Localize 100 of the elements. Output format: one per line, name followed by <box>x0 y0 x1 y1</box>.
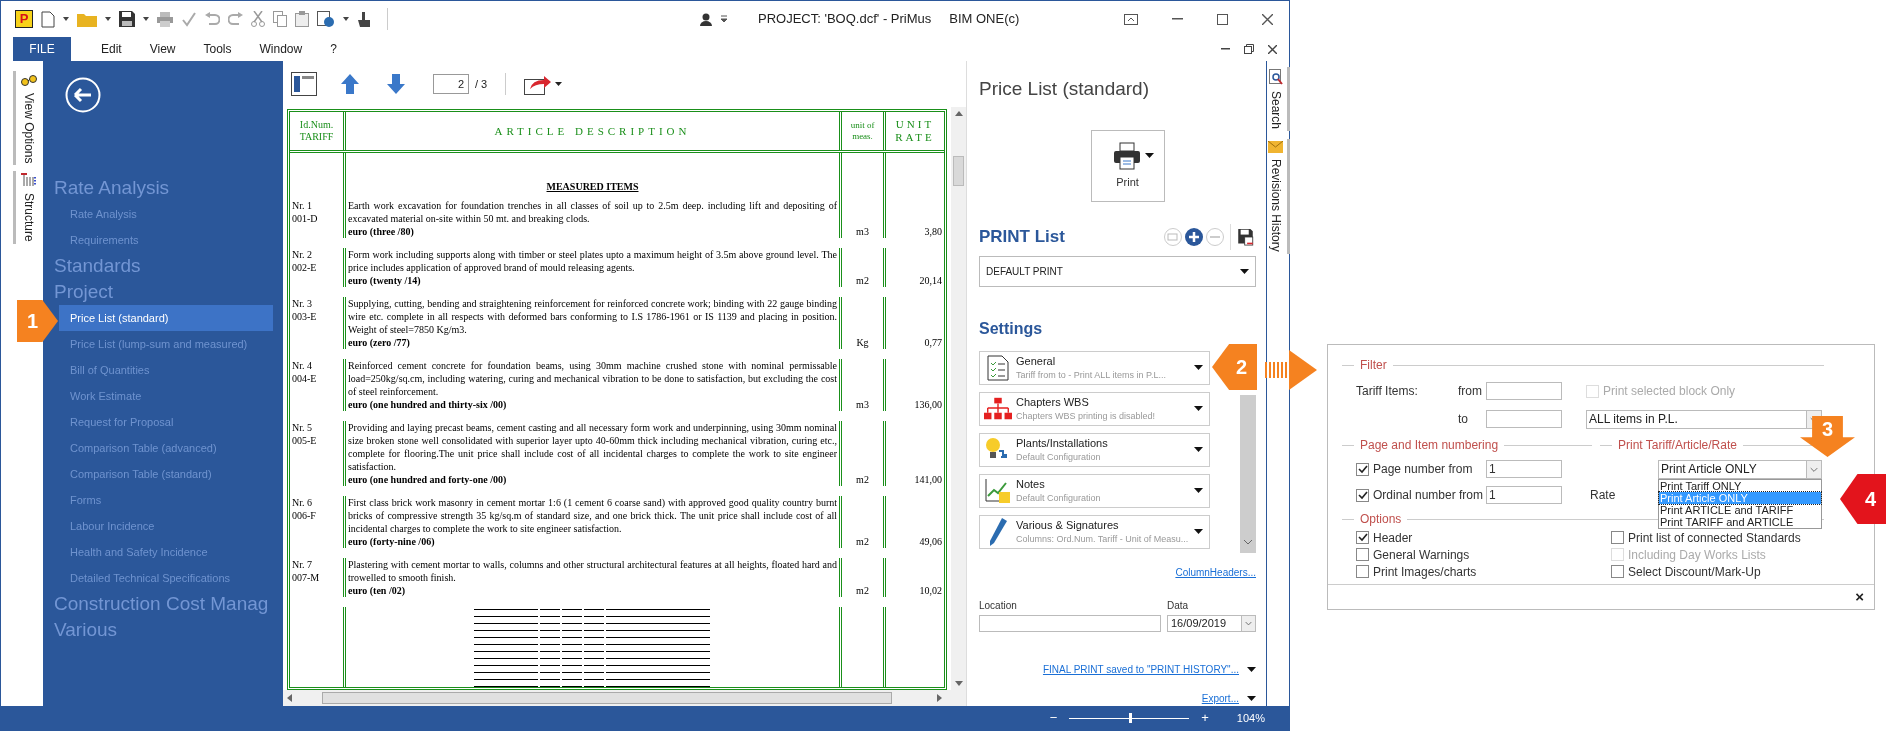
copy-icon[interactable] <box>273 11 287 27</box>
arrow-down-icon[interactable] <box>387 74 405 94</box>
page-number-field[interactable]: 2 <box>433 74 469 94</box>
add-icon[interactable] <box>1185 228 1203 247</box>
arrow-up-icon[interactable] <box>341 74 359 94</box>
clipboard-icon[interactable] <box>295 11 309 27</box>
checkbox[interactable] <box>1356 548 1369 561</box>
side-tab[interactable]: Revisions History <box>1266 159 1285 252</box>
horizontal-scrollbar[interactable] <box>283 690 966 706</box>
caret-icon[interactable] <box>1145 153 1154 159</box>
menu-item[interactable]: View <box>135 37 190 61</box>
printer-icon[interactable] <box>157 11 173 27</box>
caret-icon[interactable] <box>555 82 563 86</box>
file-menu-tab[interactable]: FILE <box>13 37 71 61</box>
touch-icon[interactable] <box>357 10 371 28</box>
caret-icon[interactable] <box>1247 696 1256 701</box>
zoom-slider[interactable] <box>1069 713 1190 723</box>
ordinal-number-field[interactable]: 1 <box>1486 486 1562 504</box>
side-tab[interactable]: View Options <box>19 93 38 164</box>
scroll-right-icon[interactable] <box>937 694 942 702</box>
checkbox[interactable] <box>1611 531 1624 544</box>
scroll-down-icon[interactable] <box>954 681 963 686</box>
unit-of-measure: Kg <box>856 336 869 349</box>
tariff-code: 001-D <box>292 212 319 225</box>
tariff-code: 004-E <box>292 372 318 385</box>
close-icon[interactable] <box>1262 13 1273 25</box>
settings-item[interactable]: Plants/Installations Default Configuration <box>979 432 1210 467</box>
scissors-icon[interactable] <box>251 11 265 27</box>
export-link[interactable]: Export... <box>1201 691 1239 706</box>
caret-icon[interactable] <box>143 17 149 21</box>
checkbox[interactable] <box>1356 565 1369 578</box>
dropdown-option[interactable]: Print ARTICLE and TARIFF <box>1659 503 1821 516</box>
print-mode-dropdown[interactable]: Print Article ONLY <box>1658 459 1822 479</box>
caret-icon[interactable] <box>1194 447 1203 453</box>
final-print-link[interactable]: FINAL PRINT saved to "PRINT HISTORY"... <box>1042 662 1239 677</box>
settings-item[interactable]: Chapters WBS Chapters WBS printing is disabled! <box>979 391 1210 426</box>
layout-icon[interactable] <box>291 72 317 96</box>
scroll-thumb[interactable] <box>953 156 964 186</box>
maximize-icon[interactable] <box>1217 13 1228 25</box>
spellcheck-icon[interactable] <box>181 11 197 27</box>
scroll-down-icon[interactable] <box>1244 540 1252 545</box>
caret-icon[interactable] <box>1194 406 1203 412</box>
menu-item[interactable]: Edit <box>87 37 136 61</box>
minimize-icon[interactable] <box>1221 48 1230 50</box>
menu-item[interactable]: Window <box>245 37 317 61</box>
vertical-scrollbar[interactable] <box>1240 394 1256 553</box>
settings-item[interactable]: Notes Default Configuration <box>979 473 1210 508</box>
article-description: Providing and laying precast beams, cement casting and all necessary form work and underpinning, using 30mm nominal size broken stone well consolidated with superior layer upto 40-60mm thick including mechanical vibration, curing etc., complete for flooring.The unit price shall include cost of all incidental charges to complete the work to site engineer satisfaction. <box>348 421 837 473</box>
globe-page-icon[interactable] <box>317 10 335 28</box>
settings-item[interactable]: Various & Signatures Columns: Ord.Num. Tariff - Unit of Measu... <box>979 514 1210 549</box>
dropdown-option[interactable]: Print Tariff ONLY <box>1659 479 1821 492</box>
new-file-icon[interactable] <box>41 10 55 28</box>
zoom-out-button[interactable]: − <box>1049 708 1058 728</box>
page-number-field[interactable]: 1 <box>1486 460 1562 478</box>
save-icon[interactable] <box>119 11 135 27</box>
checkbox[interactable] <box>1356 531 1369 544</box>
zoom-in-button[interactable]: + <box>1201 708 1209 728</box>
scroll-up-icon[interactable] <box>954 111 963 116</box>
scroll-thumb[interactable] <box>322 692 892 704</box>
caret-icon[interactable] <box>1194 488 1203 494</box>
caret-icon[interactable] <box>343 17 349 21</box>
location-field[interactable] <box>979 615 1161 632</box>
settings-item[interactable]: General Tariff from to - Print ALL items in P.L... <box>979 350 1210 385</box>
glasses-icon <box>20 73 37 87</box>
vertical-scrollbar[interactable] <box>951 107 966 690</box>
minimize-icon[interactable] <box>1172 18 1183 20</box>
checkbox[interactable] <box>1356 462 1369 476</box>
menu-item[interactable]: Tools <box>189 37 246 61</box>
caret-icon[interactable] <box>1194 529 1203 535</box>
slider-thumb[interactable] <box>1129 713 1133 723</box>
user-icon[interactable] <box>700 12 712 26</box>
caret-icon[interactable] <box>1247 667 1256 672</box>
caret-icon[interactable] <box>1194 365 1203 371</box>
print-button[interactable]: Print <box>1090 129 1165 203</box>
scroll-left-icon[interactable] <box>287 694 292 702</box>
column-headers-link[interactable]: ColumnHeaders... <box>1175 565 1256 580</box>
restore-icon[interactable] <box>1244 44 1254 54</box>
close-icon[interactable] <box>1268 44 1277 54</box>
date-field[interactable]: 16/09/2019 <box>1167 615 1256 632</box>
close-button[interactable]: × <box>1855 585 1864 609</box>
caret-icon[interactable] <box>63 17 69 21</box>
dropdown-option[interactable]: Print TARIFF and ARTICLE <box>1659 515 1821 528</box>
caret-icon[interactable] <box>105 17 111 21</box>
print-list-dropdown[interactable]: DEFAULT PRINT <box>979 256 1256 287</box>
tariff-from-field[interactable] <box>1486 382 1562 400</box>
tariff-to-field[interactable] <box>1486 410 1562 428</box>
menu-item[interactable]: ? <box>316 37 351 61</box>
caret-icon[interactable] <box>1240 268 1249 274</box>
export-icon[interactable] <box>524 73 553 95</box>
ribbon-display-icon[interactable] <box>1124 13 1138 25</box>
checkbox[interactable] <box>1356 488 1369 502</box>
settings-item-title: Notes <box>1016 476 1046 491</box>
nav-item[interactable]: Price List (standard) <box>59 305 273 331</box>
side-tab[interactable]: Structure <box>19 193 38 243</box>
side-tab[interactable]: Search <box>1266 91 1285 130</box>
article-description: First class brick work masonry in cement mortar 1:6 (1 cement 6 coarse sand) with approved good quality country burnt bricks of compressive strength 35 kg/sq.m of standard size, and one brick thick. The unit price shall include cost of all incidental charges to complete the work to site engineer satisfaction. <box>348 496 837 535</box>
save-icon[interactable] <box>1230 224 1256 251</box>
checkbox[interactable] <box>1611 565 1624 578</box>
back-icon[interactable] <box>65 77 101 113</box>
customize-icon[interactable] <box>720 15 728 23</box>
